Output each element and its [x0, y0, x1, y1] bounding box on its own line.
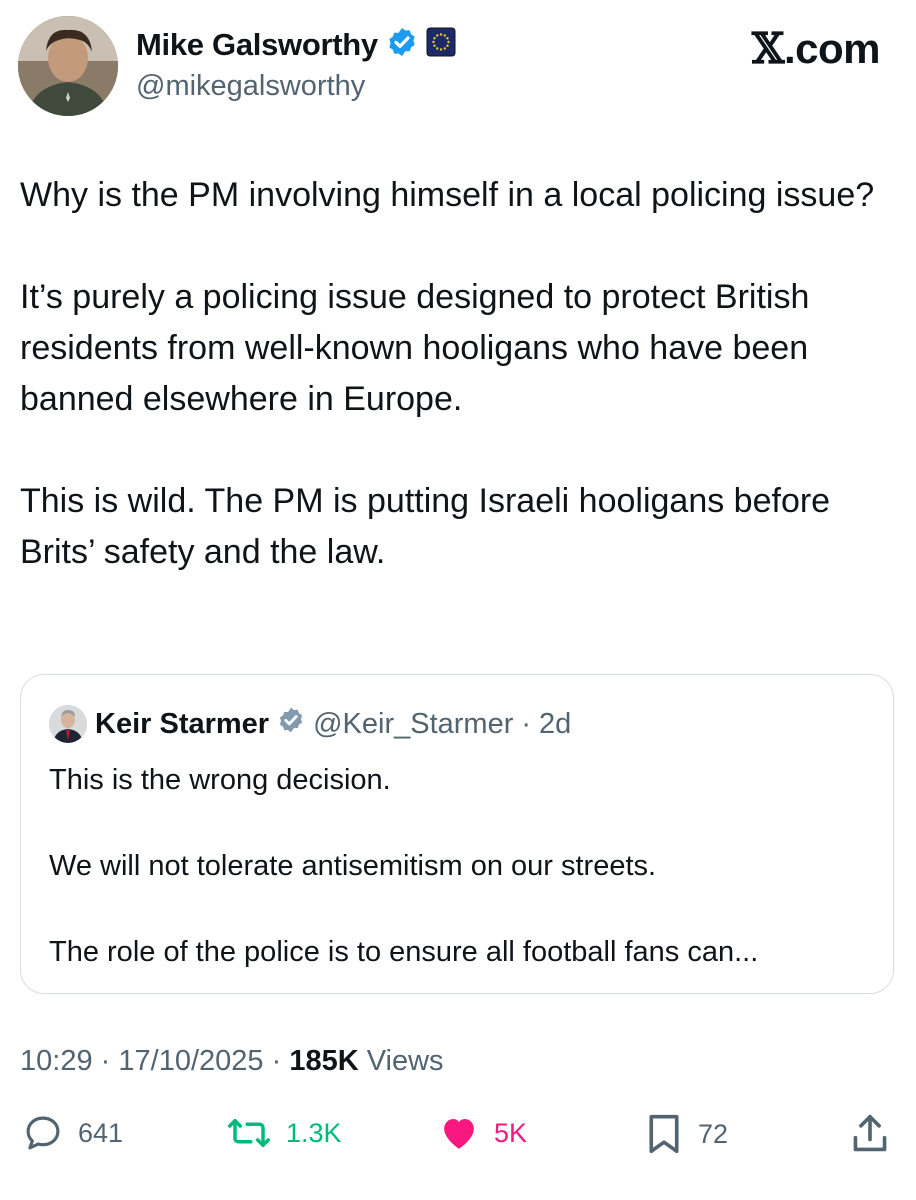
tweet-time[interactable]: 10:29	[20, 1045, 93, 1077]
bookmark-button[interactable]: 72	[644, 1112, 728, 1156]
like-count: 5K	[494, 1117, 528, 1148]
share-icon	[850, 1112, 890, 1156]
quoted-age: 2d	[539, 707, 572, 740]
tweet-paragraph: It’s purely a policing issue designed to…	[20, 278, 810, 418]
x-logo: 𝕏.com	[751, 24, 881, 73]
like-button[interactable]: 5K	[438, 1112, 527, 1154]
quoted-tweet-header: Keir Starmer @Keir_Starmer · 2d	[49, 705, 571, 743]
author-avatar-image	[18, 16, 118, 116]
views-label: Views	[366, 1045, 444, 1077]
reply-icon	[22, 1112, 64, 1154]
meta-separator: ·	[271, 1045, 282, 1077]
bookmark-icon	[644, 1112, 684, 1156]
reply-button[interactable]: 641	[22, 1112, 123, 1154]
author-handle[interactable]: @mikegalsworthy	[136, 70, 365, 103]
tweet-paragraph: Why is the PM involving himself in a loc…	[20, 176, 875, 214]
repost-button[interactable]: 1.3K	[226, 1112, 342, 1154]
share-button[interactable]	[850, 1112, 890, 1156]
heart-icon	[438, 1112, 480, 1154]
x-logo-suffix: .com	[783, 25, 881, 72]
action-bar: 641 1.3K 5K 72	[0, 1112, 916, 1172]
quoted-tweet-card[interactable]: Keir Starmer @Keir_Starmer · 2d This is …	[20, 674, 894, 994]
x-logo-glyph: 𝕏	[751, 24, 785, 73]
quoted-author-handle[interactable]: @Keir_Starmer	[313, 708, 513, 741]
reply-count: 641	[78, 1117, 124, 1148]
quoted-paragraph: The role of the police is to ensure all …	[49, 936, 759, 968]
tweet-text: Why is the PM involving himself in a loc…	[20, 170, 890, 629]
tweet-date[interactable]: 17/10/2025	[118, 1045, 263, 1077]
quoted-paragraph: This is the wrong decision.	[49, 764, 391, 796]
bookmark-count: 72	[698, 1118, 729, 1149]
quoted-author-name[interactable]: Keir Starmer	[95, 708, 269, 741]
verified-badge-icon[interactable]	[386, 26, 418, 63]
views-count: 185K	[289, 1045, 359, 1077]
author-avatar[interactable]	[18, 16, 118, 116]
tweet-meta: 10:29 · 17/10/2025 · 185K Views	[20, 1045, 444, 1078]
tweet-paragraph: This is wild. The PM is putting Israeli …	[20, 482, 831, 571]
repost-icon	[226, 1112, 272, 1154]
quoted-tweet-text: This is the wrong decision. We will not …	[49, 759, 869, 1017]
quoted-verified-icon	[277, 706, 305, 742]
author-name-row: Mike Galsworthy	[136, 26, 456, 63]
quoted-paragraph: We will not tolerate antisemitism on our…	[49, 850, 657, 882]
quoted-separator: ·	[521, 707, 532, 740]
eu-flag-badge-icon[interactable]	[426, 27, 456, 62]
author-display-name[interactable]: Mike Galsworthy	[136, 27, 378, 63]
quoted-author-avatar[interactable]	[49, 705, 87, 743]
repost-count: 1.3K	[286, 1117, 342, 1148]
meta-separator: ·	[100, 1045, 111, 1077]
